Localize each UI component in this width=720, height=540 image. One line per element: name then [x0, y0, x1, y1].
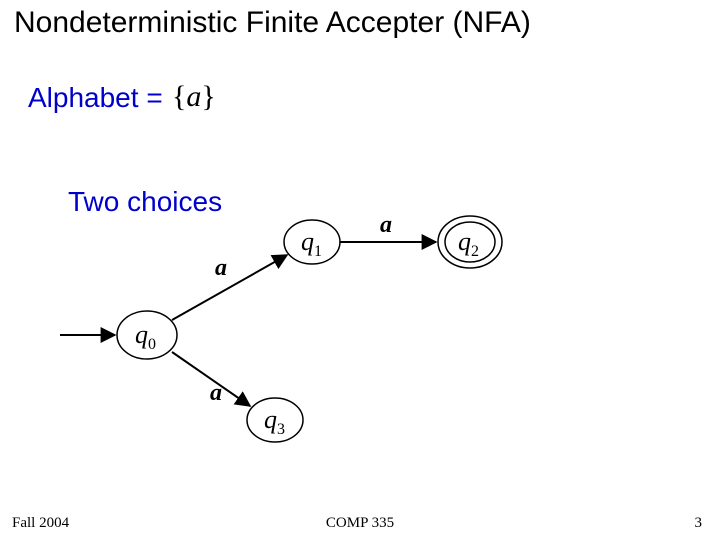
edge-q1-q2-label: a [380, 212, 392, 238]
edge-q0-q3-label: a [210, 380, 222, 406]
edge-q0-q1 [172, 255, 287, 320]
edge-q0-q1-label: a [215, 255, 227, 281]
nfa-diagram: q0 q1 q2 q3 a a a [0, 0, 720, 540]
footer-page-number: 3 [695, 515, 703, 532]
footer-course: COMP 335 [0, 515, 720, 532]
